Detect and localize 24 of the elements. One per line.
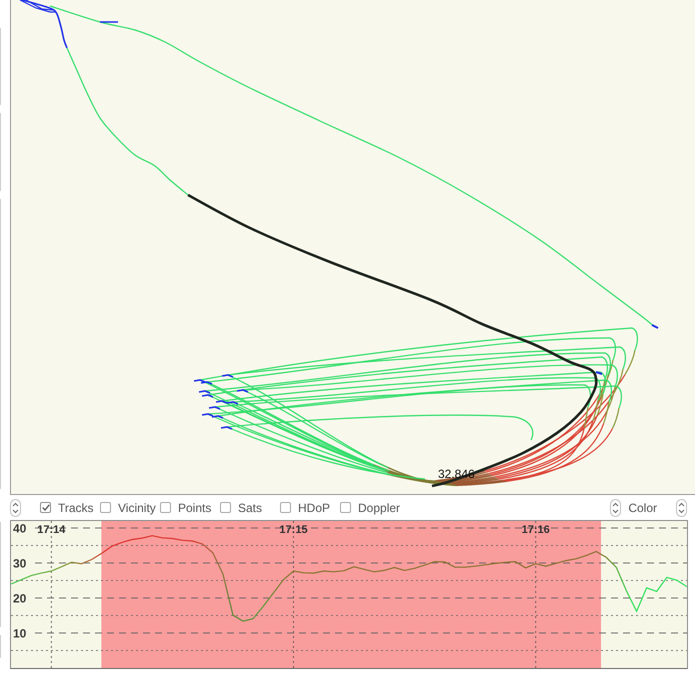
checkbox[interactable] [40,502,51,513]
y-axis-label: 20 [13,592,26,606]
checkbox[interactable] [100,502,111,513]
checkbox-label[interactable]: Points [178,500,212,514]
selected-track[interactable] [22,0,602,488]
checkbox[interactable] [340,502,351,513]
stepper-icon[interactable] [10,498,21,516]
checkmark-icon [42,504,50,511]
checkbox-label[interactable]: Tracks [58,500,94,514]
checkbox[interactable] [160,502,171,513]
time-axis-label: 17:16 [522,524,550,536]
checkbox-label[interactable]: Doppler [358,500,400,514]
checkbox[interactable] [280,502,291,513]
checkbox-label[interactable]: Sats [238,500,262,514]
checkbox-label[interactable]: Vicinity [118,500,156,514]
y-axis-label: 30 [13,556,26,570]
y-axis-label: 10 [13,626,26,640]
color-mode-popup[interactable]: Color [628,500,657,514]
time-axis-label: 17:15 [279,524,308,536]
checkbox[interactable] [220,502,231,513]
checkbox-label[interactable]: HDoP [298,500,330,514]
y-axis-label: 40 [13,522,26,536]
stepper-icon[interactable] [610,498,622,516]
stepper-icon[interactable] [676,498,687,516]
